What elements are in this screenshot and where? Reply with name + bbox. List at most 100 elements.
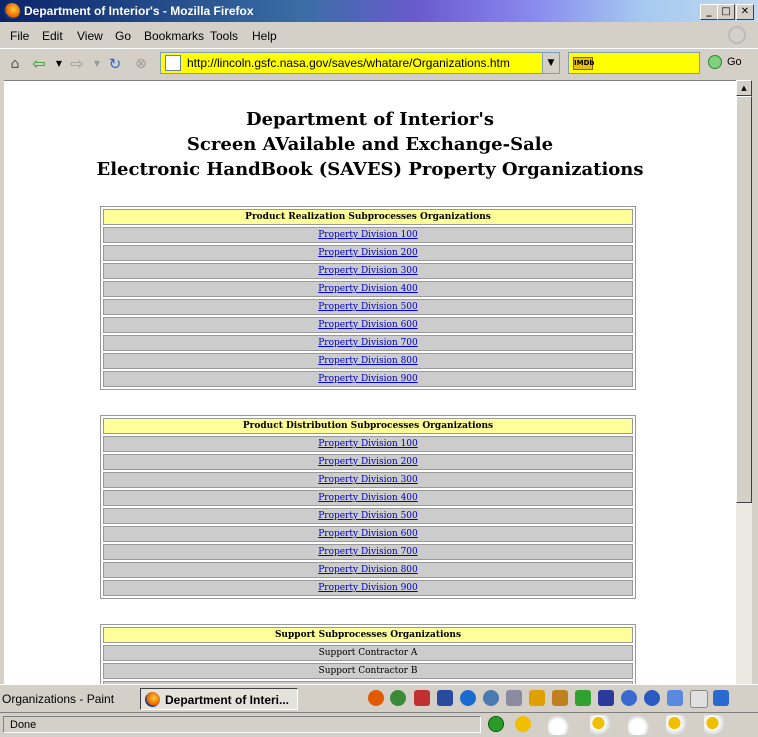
close-button[interactable]: ✕ [736, 4, 754, 20]
cloudy-weather-icon [628, 715, 652, 735]
table-header: Product Distribution Subprocesses Organi… [103, 418, 633, 434]
reader-tray-icon[interactable] [506, 690, 522, 706]
division-link[interactable]: Property Division 100 [318, 439, 418, 449]
back-dropdown-icon[interactable]: ▼ [50, 55, 68, 73]
ie-tray-icon[interactable] [460, 690, 476, 706]
menu-bookmarks[interactable]: Bookmarks [144, 29, 204, 43]
menu-file[interactable]: File [10, 29, 29, 43]
url-dropdown-icon[interactable]: ▼ [542, 53, 559, 73]
division-link[interactable]: Property Division 500 [318, 511, 418, 521]
firefox-icon [145, 692, 160, 707]
division-link[interactable]: Property Division 900 [318, 583, 418, 593]
table-row: Property Division 900 [103, 580, 633, 596]
menu-view[interactable]: View [77, 29, 103, 43]
partly-cloudy-icon [590, 715, 614, 735]
division-link[interactable]: Property Division 700 [318, 547, 418, 557]
window-title: Department of Interior's - Mozilla Firef… [24, 4, 254, 18]
ie-tray-icon[interactable] [713, 690, 729, 706]
table-row: Support Contractor A [103, 645, 633, 661]
taskbar-item-firefox[interactable]: Department of Interi... [140, 688, 298, 710]
division-link[interactable]: Property Division 200 [318, 457, 418, 467]
partly-cloudy-icon [666, 715, 690, 735]
taskbar-item-label: Department of Interi... [165, 693, 290, 707]
product-realization-table: Product Realization Subprocesses Organiz… [100, 206, 636, 390]
home-icon[interactable]: ⌂ [6, 55, 24, 73]
page-heading: Department of Interior's Screen AVailabl… [4, 107, 736, 182]
forward-dropdown-icon[interactable]: ▼ [88, 55, 106, 73]
throbber-icon [728, 26, 746, 44]
division-link[interactable]: Property Division 400 [318, 284, 418, 294]
partly-cloudy-icon [704, 715, 728, 735]
table-row: Property Division 700 [103, 544, 633, 560]
chat-tray-icon[interactable] [621, 690, 637, 706]
scroll-thumb[interactable] [736, 96, 752, 503]
url-bar[interactable]: http://lincoln.gsfc.nasa.gov/saves/whata… [160, 52, 560, 74]
netscape-tray-icon[interactable] [390, 690, 406, 706]
vertical-scrollbar[interactable]: ▲ [736, 80, 752, 684]
table-row: Property Division 400 [103, 490, 633, 506]
status-bar: Done [0, 712, 758, 737]
division-link[interactable]: Property Division 800 [318, 565, 418, 575]
url-text[interactable]: http://lincoln.gsfc.nasa.gov/saves/whata… [187, 56, 510, 70]
division-link[interactable]: Property Division 800 [318, 356, 418, 366]
menu-tools[interactable]: Tools [210, 29, 238, 43]
division-link[interactable]: Property Division 200 [318, 248, 418, 258]
go-icon [708, 55, 722, 69]
page-icon [165, 55, 181, 71]
opera-tray-icon[interactable] [414, 690, 430, 706]
table-row: Property Division 100 [103, 436, 633, 452]
go-button[interactable]: Go [708, 55, 742, 69]
table-row: Property Division 200 [103, 454, 633, 470]
back-icon[interactable]: ⇦ [30, 55, 48, 73]
status-green-icon [488, 716, 504, 732]
window-titlebar: Department of Interior's - Mozilla Firef… [0, 0, 758, 22]
mail-tray-icon[interactable] [483, 690, 499, 706]
division-link[interactable]: Property Division 600 [318, 529, 418, 539]
division-link[interactable]: Property Division 400 [318, 493, 418, 503]
windows-taskbar: Organizations - Paint Department of Inte… [0, 684, 758, 713]
page-viewport: Department of Interior's Screen AVailabl… [4, 80, 736, 685]
menu-edit[interactable]: Edit [42, 29, 63, 43]
product-distribution-table: Product Distribution Subprocesses Organi… [100, 415, 636, 599]
device-tray-icon[interactable] [667, 690, 683, 706]
tool-tray-icon[interactable] [598, 690, 614, 706]
division-link[interactable]: Property Division 100 [318, 230, 418, 240]
clock-tray-icon[interactable] [529, 690, 545, 706]
division-link[interactable]: Property Division 300 [318, 266, 418, 276]
table-header: Support Subprocesses Organizations [103, 627, 633, 643]
media-tray-icon[interactable] [644, 690, 660, 706]
notepad-tray-icon[interactable] [690, 690, 708, 708]
support-subprocesses-table: Support Subprocesses Organizations Suppo… [100, 624, 636, 685]
imdb-icon[interactable]: IMDb [573, 57, 594, 70]
menu-help[interactable]: Help [252, 29, 277, 43]
taskbar-item-paint[interactable]: Organizations - Paint [0, 688, 134, 710]
minimize-button[interactable]: _ [700, 4, 718, 20]
division-link[interactable]: Property Division 600 [318, 320, 418, 330]
heading-line: Electronic HandBook (SAVES) Property Org… [96, 159, 644, 180]
table-row: Property Division 300 [103, 472, 633, 488]
table-row: Support Contractor B [103, 663, 633, 679]
table-row: Property Division 500 [103, 508, 633, 524]
forward-icon[interactable]: ⇨ [68, 55, 86, 73]
division-link[interactable]: Property Division 300 [318, 475, 418, 485]
scroll-up-icon[interactable]: ▲ [736, 80, 752, 96]
division-link[interactable]: Property Division 700 [318, 338, 418, 348]
music-tray-icon[interactable] [575, 690, 591, 706]
app-tray-icon[interactable] [437, 690, 453, 706]
division-link[interactable]: Property Division 900 [318, 374, 418, 384]
search-box[interactable]: IMDb [568, 52, 700, 74]
maximize-button[interactable]: □ [717, 4, 735, 20]
stop-icon[interactable]: ⊗ [132, 55, 150, 73]
reload-icon[interactable]: ↻ [106, 55, 124, 73]
firefox-tray-icon[interactable] [368, 690, 384, 706]
firefox-icon [4, 3, 20, 19]
table-row: Property Division 600 [103, 317, 633, 333]
table-row: Property Division 300 [103, 263, 633, 279]
sun-icon [515, 716, 531, 732]
pencil-tray-icon[interactable] [552, 690, 568, 706]
division-link[interactable]: Property Division 500 [318, 302, 418, 312]
table-row: Property Division 800 [103, 562, 633, 578]
table-row: Property Division 600 [103, 526, 633, 542]
menu-go[interactable]: Go [115, 29, 131, 43]
table-row: Property Division 100 [103, 227, 633, 243]
